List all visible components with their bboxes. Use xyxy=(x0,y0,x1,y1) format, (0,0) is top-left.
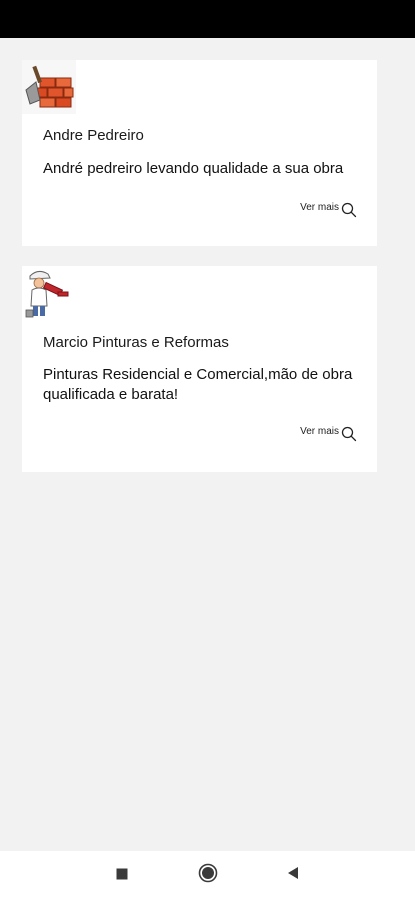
painter-thumbnail-icon xyxy=(22,266,76,320)
search-icon xyxy=(341,426,357,442)
triangle-back-icon xyxy=(286,866,300,885)
service-card-marcio[interactable]: Marcio Pinturas e Reformas Pinturas Resi… xyxy=(22,266,377,472)
card-title: Andre Pedreiro xyxy=(43,127,144,144)
square-icon xyxy=(116,867,128,885)
service-card-andre[interactable]: Andre Pedreiro André pedreiro levando qu… xyxy=(22,60,377,246)
card-description: Pinturas Residencial e Comercial,mão de … xyxy=(43,366,353,403)
see-more-button[interactable]: Ver mais xyxy=(300,426,357,442)
see-more-label: Ver mais xyxy=(300,202,339,213)
see-more-label: Ver mais xyxy=(300,426,339,437)
circle-icon xyxy=(198,863,218,888)
recents-button[interactable] xyxy=(97,851,147,900)
card-description: André pedreiro levando qualidade a sua o… xyxy=(43,160,344,177)
status-bar xyxy=(0,0,415,38)
search-icon xyxy=(341,202,357,218)
card-title: Marcio Pinturas e Reformas xyxy=(43,334,229,351)
home-button[interactable] xyxy=(183,851,233,900)
see-more-button[interactable]: Ver mais xyxy=(300,202,357,218)
bricklayer-thumbnail-icon xyxy=(22,60,76,114)
back-button[interactable] xyxy=(268,851,318,900)
system-navigation-bar xyxy=(0,851,415,900)
